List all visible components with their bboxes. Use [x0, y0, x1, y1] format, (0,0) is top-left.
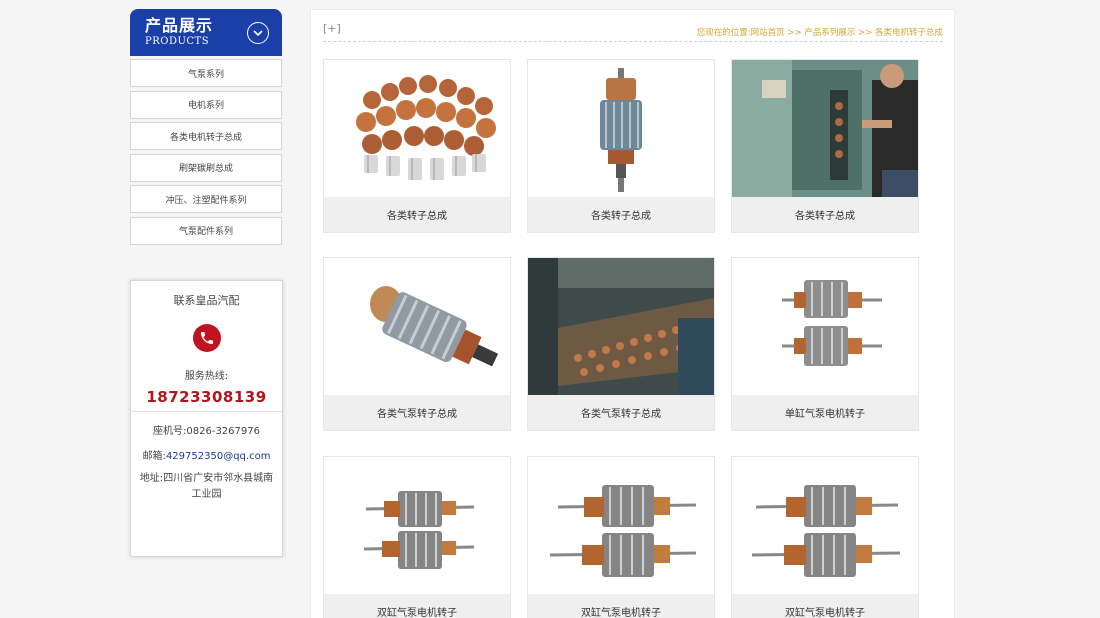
- category-item-stamping-injection[interactable]: 冲压、注塑配件系列: [130, 185, 282, 214]
- product-caption[interactable]: 各类气泵转子总成: [528, 395, 714, 430]
- category-item-pump-parts[interactable]: 气泵配件系列: [130, 216, 282, 245]
- category-item-motor[interactable]: 电机系列: [130, 90, 282, 119]
- hotline-label: 服务热线:: [184, 371, 229, 382]
- breadcrumb-section-link[interactable]: 产品系列展示: [804, 28, 855, 38]
- expand-toggle[interactable]: [+]: [323, 22, 341, 35]
- product-image[interactable]: [732, 457, 918, 594]
- breadcrumb-separator: >>: [855, 28, 875, 38]
- page: 产品展示 PRODUCTS 气泵系列 电机系列 各类电机转子总成 刷架碳刷总成 …: [0, 0, 1100, 618]
- product-image[interactable]: [324, 258, 510, 395]
- product-image[interactable]: [324, 60, 510, 197]
- breadcrumb-prefix: 您现在的位置:: [696, 28, 751, 38]
- breadcrumb-home-link[interactable]: 网站首页: [751, 28, 785, 38]
- contact-divider: [131, 411, 282, 412]
- category-sidebar: 产品展示 PRODUCTS 气泵系列 电机系列 各类电机转子总成 刷架碳刷总成 …: [130, 9, 283, 249]
- hotline-number: 18723308139: [146, 388, 267, 406]
- product-image[interactable]: [528, 60, 714, 197]
- breadcrumb: 您现在的位置:网站首页 >> 产品系列展示 >> 各类电机转子总成: [697, 26, 943, 38]
- product-card[interactable]: 各类转子总成: [323, 59, 511, 233]
- landline-row: 座机号:0826-3267976: [131, 422, 282, 437]
- product-caption[interactable]: 各类气泵转子总成: [324, 395, 510, 430]
- product-caption[interactable]: 双缸气泵电机转子: [324, 594, 510, 618]
- category-item-rotor-assembly[interactable]: 各类电机转子总成: [130, 122, 282, 151]
- product-caption[interactable]: 双缸气泵电机转子: [528, 594, 714, 618]
- product-image[interactable]: [732, 60, 918, 197]
- product-caption[interactable]: 各类转子总成: [732, 197, 918, 232]
- product-caption[interactable]: 各类转子总成: [528, 197, 714, 232]
- product-image[interactable]: [528, 457, 714, 594]
- phone-icon: [192, 324, 221, 352]
- panel-topbar: [+] 您现在的位置:网站首页 >> 产品系列展示 >> 各类电机转子总成: [323, 20, 943, 42]
- landline-label: 座机号:: [153, 426, 187, 437]
- category-item-brush-holder[interactable]: 刷架碳刷总成: [130, 153, 282, 182]
- product-panel: [+] 您现在的位置:网站首页 >> 产品系列展示 >> 各类电机转子总成 各类…: [310, 9, 955, 618]
- product-card[interactable]: 各类转子总成: [527, 59, 715, 233]
- contact-title: 联系皇品汽配: [173, 294, 240, 307]
- address-row: 地址:四川省广安市邻水县城南工业园: [131, 471, 282, 503]
- product-image[interactable]: [528, 258, 714, 395]
- product-image[interactable]: [732, 258, 918, 395]
- product-card[interactable]: 双缸气泵电机转子: [527, 456, 715, 618]
- email-link[interactable]: 429752350@qq.com: [166, 451, 271, 462]
- category-list: 气泵系列 电机系列 各类电机转子总成 刷架碳刷总成 冲压、注塑配件系列 气泵配件…: [130, 59, 283, 245]
- product-card[interactable]: 单缸气泵电机转子: [731, 257, 919, 431]
- contact-panel: 联系皇品汽配 服务热线: 18723308139 座机号:0826-326797…: [130, 280, 283, 557]
- chevron-down-icon[interactable]: [247, 22, 269, 44]
- product-caption[interactable]: 各类转子总成: [324, 197, 510, 232]
- email-row: 邮箱:429752350@qq.com: [131, 447, 282, 462]
- product-card[interactable]: 双缸气泵电机转子: [323, 456, 511, 618]
- product-card[interactable]: 各类气泵转子总成: [323, 257, 511, 431]
- product-card[interactable]: 各类转子总成: [731, 59, 919, 233]
- email-label: 邮箱:: [142, 451, 166, 462]
- product-image[interactable]: [324, 457, 510, 594]
- breadcrumb-current-link[interactable]: 各类电机转子总成: [875, 28, 943, 38]
- address-label: 地址:: [139, 473, 164, 484]
- product-card[interactable]: 各类气泵转子总成: [527, 257, 715, 431]
- product-card[interactable]: 双缸气泵电机转子: [731, 456, 919, 618]
- product-caption[interactable]: 双缸气泵电机转子: [732, 594, 918, 618]
- category-item-air-pump[interactable]: 气泵系列: [130, 59, 282, 87]
- product-caption[interactable]: 单缸气泵电机转子: [732, 395, 918, 430]
- category-header: 产品展示 PRODUCTS: [130, 9, 282, 56]
- landline-number: 0826-3267976: [186, 426, 260, 437]
- breadcrumb-separator: >>: [784, 28, 805, 38]
- address-value: 四川省广安市邻水县城南工业园: [163, 473, 274, 500]
